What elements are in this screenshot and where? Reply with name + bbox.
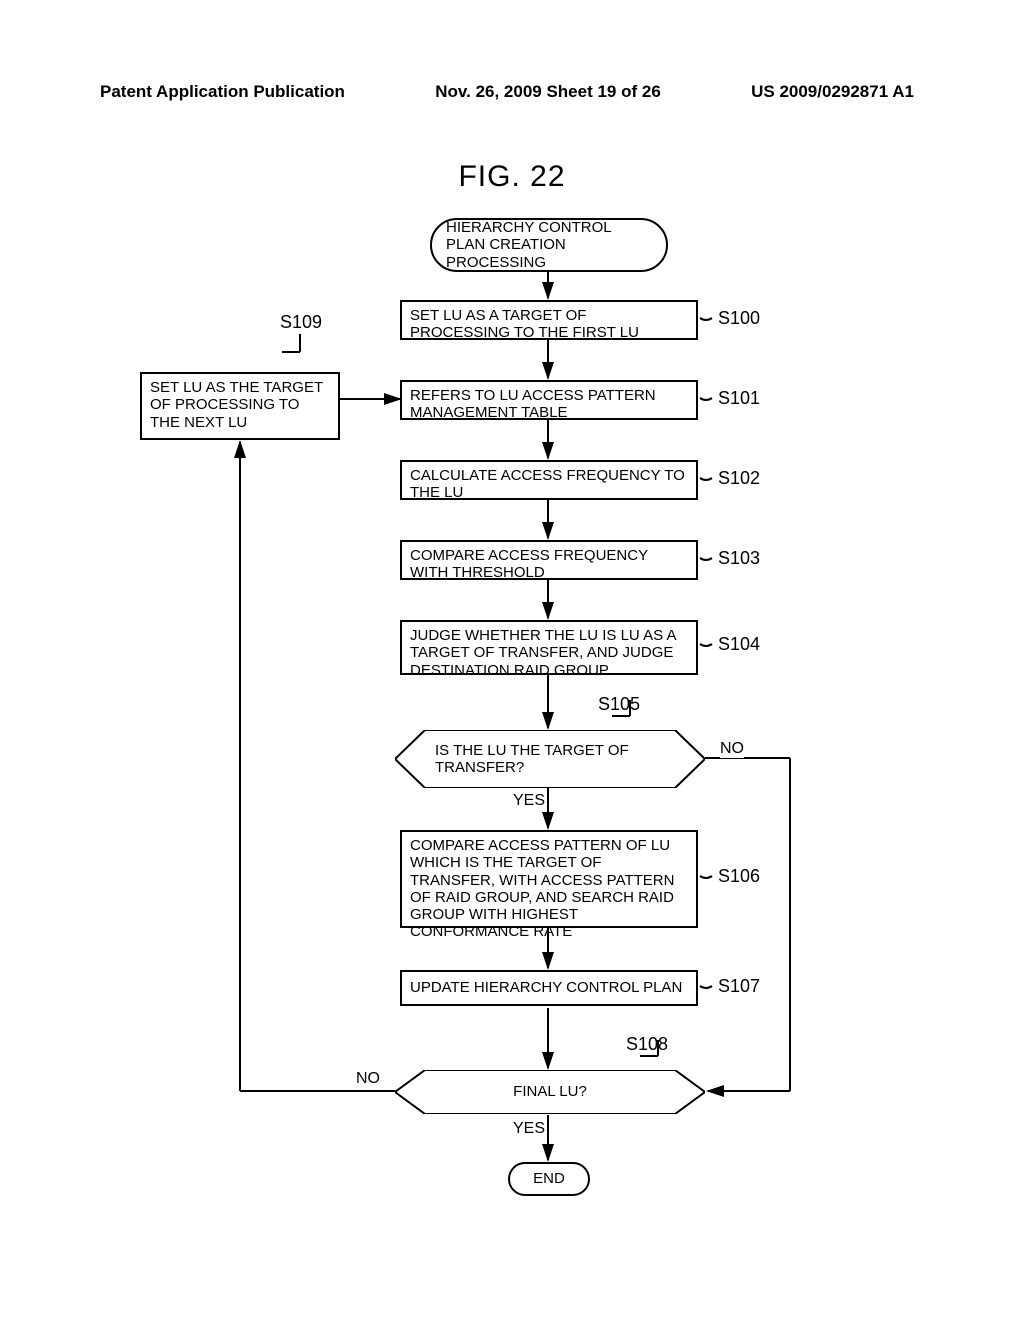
decision-s105-no: NO — [720, 740, 744, 758]
decision-s105: IS THE LU THE TARGET OF TRANSFER? — [395, 730, 705, 788]
step-s109: SET LU AS THE TARGET OF PROCESSING TO TH… — [140, 372, 340, 440]
step-s102-text: CALCULATE ACCESS FREQUENCY TO THE LU — [410, 467, 685, 501]
label-s105: S105 — [598, 694, 640, 715]
step-s104-text: JUDGE WHETHER THE LU IS LU AS A TARGET O… — [410, 627, 676, 679]
decision-s105-text: IS THE LU THE TARGET OF TRANSFER? — [435, 742, 665, 777]
label-s103: S103 — [718, 548, 760, 569]
step-s102: CALCULATE ACCESS FREQUENCY TO THE LU — [400, 460, 698, 500]
step-s103-text: COMPARE ACCESS FREQUENCY WITH THRESHOLD — [410, 547, 648, 581]
step-s106-text: COMPARE ACCESS PATTERN OF LU WHICH IS TH… — [410, 837, 674, 940]
decision-s108-text: FINAL LU? — [395, 1083, 705, 1100]
step-s101-text: REFERS TO LU ACCESS PATTERN MANAGEMENT T… — [410, 387, 656, 421]
flowchart: HIERARCHY CONTROL PLAN CREATION PROCESSI… — [0, 0, 1024, 1320]
label-s101: S101 — [718, 388, 760, 409]
label-s109: S109 — [280, 312, 322, 333]
label-s104: S104 — [718, 634, 760, 655]
step-s104: JUDGE WHETHER THE LU IS LU AS A TARGET O… — [400, 620, 698, 675]
step-s103: COMPARE ACCESS FREQUENCY WITH THRESHOLD — [400, 540, 698, 580]
label-s108: S108 — [626, 1034, 668, 1055]
label-s102: S102 — [718, 468, 760, 489]
step-s107: UPDATE HIERARCHY CONTROL PLAN — [400, 970, 698, 1006]
label-s106: S106 — [718, 866, 760, 887]
step-s100: SET LU AS A TARGET OF PROCESSING TO THE … — [400, 300, 698, 340]
terminator-end-text: END — [533, 1170, 565, 1187]
step-s101: REFERS TO LU ACCESS PATTERN MANAGEMENT T… — [400, 380, 698, 420]
decision-s105-yes: YES — [513, 792, 545, 810]
step-s109-text: SET LU AS THE TARGET OF PROCESSING TO TH… — [150, 379, 323, 431]
step-s107-text: UPDATE HIERARCHY CONTROL PLAN — [410, 979, 682, 996]
terminator-start: HIERARCHY CONTROL PLAN CREATION PROCESSI… — [430, 218, 668, 272]
step-s100-text: SET LU AS A TARGET OF PROCESSING TO THE … — [410, 307, 639, 341]
decision-s108-no: NO — [356, 1070, 380, 1088]
label-s107: S107 — [718, 976, 760, 997]
terminator-end: END — [508, 1162, 590, 1196]
step-s106: COMPARE ACCESS PATTERN OF LU WHICH IS TH… — [400, 830, 698, 928]
label-s100: S100 — [718, 308, 760, 329]
decision-s108: FINAL LU? — [395, 1070, 705, 1114]
terminator-start-text: HIERARCHY CONTROL PLAN CREATION PROCESSI… — [446, 219, 652, 271]
decision-s108-yes: YES — [513, 1120, 545, 1138]
